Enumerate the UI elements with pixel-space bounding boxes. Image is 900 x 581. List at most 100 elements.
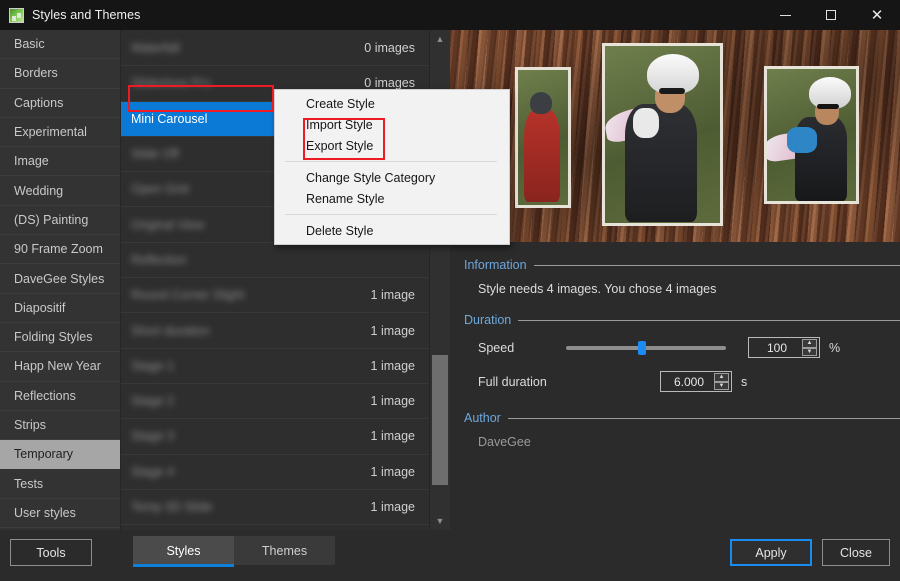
- context-menu-item-label: Delete Style: [306, 223, 374, 238]
- style-list-row[interactable]: Short duration 1 image: [121, 312, 429, 347]
- scroll-down-arrow-icon[interactable]: ▼: [430, 512, 450, 530]
- close-dialog-button[interactable]: Close: [822, 539, 890, 566]
- style-list-row[interactable]: Reflection: [121, 241, 429, 277]
- style-list-row[interactable]: Stage 4 1 image: [121, 453, 429, 489]
- close-button[interactable]: ✕: [854, 0, 900, 30]
- sidebar-item-borders[interactable]: Borders: [0, 59, 120, 89]
- tools-button[interactable]: Tools: [10, 539, 92, 566]
- sidebar-item-image[interactable]: Image: [0, 147, 120, 177]
- style-list-row[interactable]: Round Corner Slight 1 image: [121, 277, 429, 312]
- context-menu-item-import-style[interactable]: Import Style: [275, 114, 509, 135]
- sidebar-item-tests[interactable]: Tests: [0, 469, 120, 499]
- sidebar-item-label: Reflections: [14, 388, 76, 403]
- sidebar-item-strips[interactable]: Strips: [0, 411, 120, 441]
- style-name: Slideshow Pro: [131, 76, 211, 91]
- sidebar-item-reflections[interactable]: Reflections: [0, 382, 120, 411]
- sidebar-item-label: Happ New Year: [14, 359, 101, 374]
- sidebar-item-basic[interactable]: Basic: [0, 30, 120, 60]
- style-name: Slide Off: [131, 147, 179, 162]
- sidebar-item-ds-painting[interactable]: (DS) Painting: [0, 206, 120, 236]
- style-image-count: 0 images: [364, 40, 415, 55]
- minimize-button[interactable]: [762, 0, 808, 30]
- apply-button[interactable]: Apply: [730, 539, 812, 566]
- speed-slider[interactable]: [566, 340, 726, 355]
- scrollbar-thumb[interactable]: [432, 355, 448, 485]
- context-menu-item-label: Change Style Category: [306, 170, 436, 185]
- photo-sunglasses: [659, 88, 685, 94]
- full-duration-spin-up-icon[interactable]: ▲: [714, 373, 729, 382]
- window-controls: ✕: [762, 0, 900, 30]
- full-duration-field-row: Full duration 6.000 ▲ ▼ s: [450, 371, 747, 392]
- speed-spin-down-icon[interactable]: ▼: [802, 347, 817, 356]
- sidebar-item-wedding[interactable]: Wedding: [0, 176, 120, 206]
- sidebar-item-label: Diapositif: [14, 300, 66, 315]
- tab-styles[interactable]: Styles: [133, 536, 234, 567]
- style-image-count: 1 image: [370, 500, 415, 514]
- context-menu-item-rename-style[interactable]: Rename Style: [275, 188, 509, 209]
- sidebar-item-90-frame-zoom[interactable]: 90 Frame Zoom: [0, 235, 120, 265]
- sidebar-item-label: Strips: [14, 418, 46, 432]
- full-duration-label: Full duration: [478, 374, 547, 389]
- bottom-bar: Tools Styles Themes Apply Close: [0, 530, 900, 581]
- sidebar-item-experimental[interactable]: Experimental: [0, 118, 120, 148]
- style-name: Stage 3: [131, 429, 175, 444]
- sidebar-item-label: Image: [14, 154, 49, 169]
- group-divider: [533, 264, 900, 266]
- context-menu-item-delete-style[interactable]: Delete Style: [275, 220, 509, 241]
- photo-helmet: [530, 92, 552, 114]
- style-image-count: 1 image: [370, 323, 415, 338]
- preview-photo-right: [764, 66, 859, 204]
- sidebar-item-label: DaveGee Styles: [14, 271, 105, 286]
- author-label: Author: [464, 411, 501, 425]
- speed-label: Speed: [478, 340, 515, 355]
- view-tabs[interactable]: Styles Themes: [133, 536, 335, 567]
- window-title: Styles and Themes: [32, 8, 141, 22]
- close-icon: ✕: [870, 7, 884, 24]
- full-duration-spinner[interactable]: 6.000 ▲ ▼: [660, 371, 732, 392]
- maximize-button[interactable]: [808, 0, 854, 30]
- speed-spinner[interactable]: 100 ▲ ▼: [748, 337, 820, 358]
- speed-spin-up-icon[interactable]: ▲: [802, 339, 817, 348]
- style-list-row[interactable]: Waterfall 0 images: [121, 30, 429, 65]
- style-list-row[interactable]: Stage 3 1 image: [121, 418, 429, 453]
- style-image-count: 1 image: [370, 464, 415, 479]
- category-sidebar[interactable]: Basic Borders Captions Experimental Image Wed…: [0, 30, 121, 530]
- context-menu-separator: [285, 161, 497, 162]
- style-context-menu[interactable]: Create Style Import Style Export Style Chan…: [274, 89, 510, 245]
- group-divider: [507, 417, 900, 419]
- sidebar-item-happ-new-year[interactable]: Happ New Year: [0, 352, 120, 382]
- sidebar-item-temporary[interactable]: Temporary: [0, 440, 120, 470]
- tab-label: Themes: [261, 543, 308, 558]
- sidebar-item-label: Folding Styles: [14, 330, 93, 345]
- style-list-row[interactable]: Stage 1 1 image: [121, 347, 429, 383]
- style-list-row[interactable]: Temp 3D Slide 1 image: [121, 488, 429, 524]
- sidebar-item-folding-styles[interactable]: Folding Styles: [0, 323, 120, 353]
- sidebar-item-user-styles[interactable]: User styles: [0, 499, 120, 529]
- full-duration-spin-down-icon[interactable]: ▼: [714, 381, 729, 390]
- speed-spinner-buttons[interactable]: ▲ ▼: [802, 339, 817, 356]
- app-icon: [9, 7, 24, 23]
- style-image-count: 1 image: [370, 394, 415, 409]
- photo-shirt: [787, 127, 817, 153]
- sidebar-item-captions[interactable]: Captions: [0, 89, 120, 118]
- context-menu-item-create-style[interactable]: Create Style: [275, 93, 509, 114]
- context-menu-item-change-style-category[interactable]: Change Style Category: [275, 167, 509, 188]
- scroll-up-arrow-icon[interactable]: ▲: [430, 30, 450, 48]
- style-name: Waterfall: [131, 40, 180, 55]
- style-name: Stage 1: [131, 358, 175, 373]
- preview-photo-center: [602, 43, 723, 226]
- speed-slider-thumb[interactable]: [638, 340, 646, 355]
- minimize-icon: [779, 14, 791, 16]
- style-name: Original View: [131, 217, 205, 232]
- style-name: Stage 2: [131, 394, 175, 409]
- tab-themes[interactable]: Themes: [234, 536, 335, 565]
- full-duration-spinner-buttons[interactable]: ▲ ▼: [714, 373, 729, 390]
- title-bar: Styles and Themes ✕: [0, 0, 900, 30]
- style-list-row[interactable]: Stage 2 1 image: [121, 382, 429, 418]
- maximize-icon: [826, 10, 836, 20]
- context-menu-item-label: Rename Style: [306, 191, 385, 206]
- sidebar-item-diapositif[interactable]: Diapositif: [0, 294, 120, 323]
- context-menu-item-export-style[interactable]: Export Style: [275, 135, 509, 156]
- sidebar-item-davegee-styles[interactable]: DaveGee Styles: [0, 264, 120, 294]
- information-text: Style needs 4 images. You chose 4 images: [478, 282, 717, 296]
